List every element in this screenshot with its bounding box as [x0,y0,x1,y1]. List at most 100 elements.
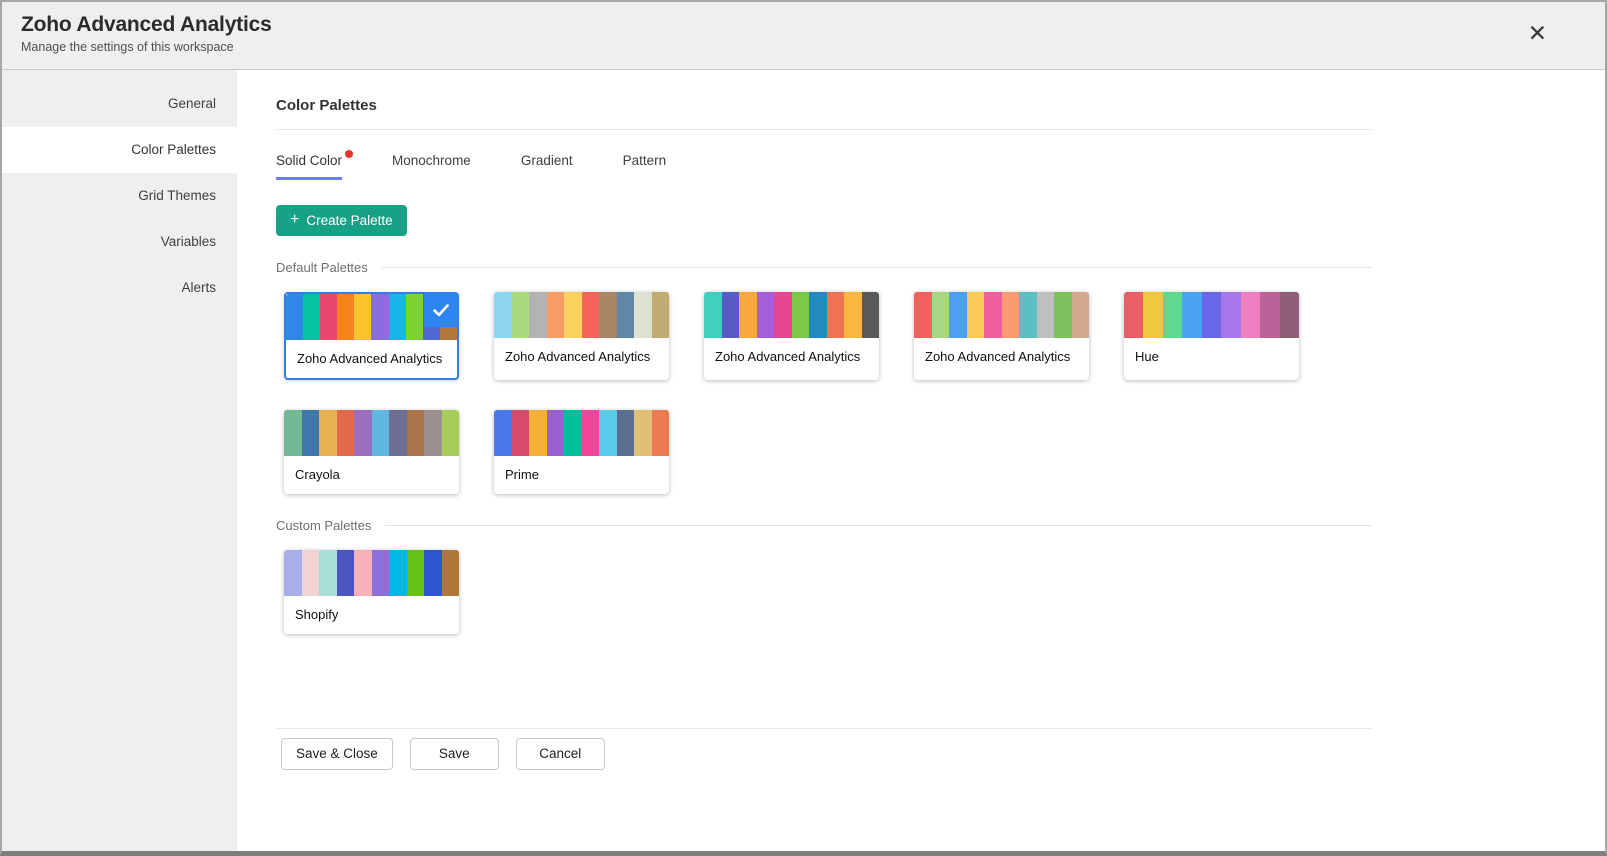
footer-divider [276,728,1372,729]
palette-swatch [1241,292,1260,338]
palette-swatch [827,292,845,338]
palette-swatch [372,550,390,596]
palette-swatch [599,292,617,338]
workspace-settings-dialog: Zoho Advanced Analytics Manage the setti… [0,0,1607,856]
tab-monochrome[interactable]: Monochrome [392,153,471,180]
dialog-body: GeneralColor PalettesGrid ThemesVariable… [2,70,1605,851]
section-title: Custom Palettes [276,518,371,533]
page-title: Color Palettes [276,97,1372,130]
palette-swatch [564,410,582,456]
sidebar-item-variables[interactable]: Variables [2,219,237,265]
palette-name: Zoho Advanced Analytics [914,338,1089,376]
palette-swatch [512,410,530,456]
palette-name: Prime [494,456,669,494]
palette-swatch [442,410,460,456]
palette-swatch [354,410,372,456]
palette-card-prime[interactable]: Prime [494,410,669,494]
palette-swatch [389,294,406,340]
palette-swatch [844,292,862,338]
palette-grid: Zoho Advanced Analytics Zoho Advanced Ana… [284,292,1372,494]
palette-swatch [739,292,757,338]
palette-swatch [1143,292,1162,338]
section-header: Custom Palettes [276,518,1372,533]
palette-swatch [967,292,985,338]
header-text-group: Zoho Advanced Analytics Manage the setti… [21,13,272,54]
palette-swatch [984,292,1002,338]
sidebar-item-general[interactable]: General [2,81,237,127]
palette-name: Hue [1124,338,1299,376]
palette-swatch [529,292,547,338]
palette-swatch [617,410,635,456]
sidebar-item-alerts[interactable]: Alerts [2,265,237,311]
palette-name: Zoho Advanced Analytics [494,338,669,376]
palette-strip [914,292,1089,338]
palette-card-hue[interactable]: Hue [1124,292,1299,380]
palette-swatch [914,292,932,338]
palette-name: Shopify [284,596,459,634]
palette-swatch [407,410,425,456]
palette-swatch [319,410,337,456]
close-icon[interactable]: ✕ [1528,22,1547,45]
palette-swatch [320,294,337,340]
tab-label: Solid Color [276,153,342,168]
palette-swatch [512,292,530,338]
palette-strip [1124,292,1299,338]
palette-swatch [371,294,388,340]
palette-swatch [494,292,512,338]
palette-swatch [286,294,303,340]
palette-swatch [652,410,670,456]
tab-bar: Solid Color Monochrome Gradient Pattern [276,153,1372,180]
palette-swatch [406,294,423,340]
sidebar-item-color-palettes[interactable]: Color Palettes [2,127,237,173]
palette-swatch [302,410,320,456]
tab-solid-color[interactable]: Solid Color [276,153,342,180]
palette-name: Zoho Advanced Analytics [286,340,457,378]
tab-gradient[interactable]: Gradient [521,153,573,180]
palette-swatch [704,292,722,338]
palette-swatch [547,292,565,338]
palette-swatch [1202,292,1221,338]
sidebar-nav: GeneralColor PalettesGrid ThemesVariable… [2,70,237,851]
palette-strip [494,410,669,456]
palette-card-crayola[interactable]: Crayola [284,410,459,494]
palette-swatch [372,410,390,456]
palette-card-zoho-advanced-analytics[interactable]: Zoho Advanced Analytics [914,292,1089,380]
section-divider [382,267,1372,268]
save-button[interactable]: Save [410,738,499,770]
palette-swatch [389,550,407,596]
palette-swatch [1019,292,1037,338]
plus-icon: + [290,212,299,228]
palette-swatch [949,292,967,338]
create-palette-label: Create Palette [306,213,392,228]
palette-card-zoho-advanced-analytics[interactable]: Zoho Advanced Analytics [284,292,459,380]
palette-swatch [634,410,652,456]
palette-card-shopify[interactable]: Shopify [284,550,459,634]
tab-pattern[interactable]: Pattern [623,153,667,180]
main-content: Color Palettes Solid Color Monochrome Grad… [237,70,1605,851]
notification-dot-icon [345,150,353,158]
palette-swatch [337,550,355,596]
cancel-button[interactable]: Cancel [516,738,605,770]
palette-card-zoho-advanced-analytics[interactable]: Zoho Advanced Analytics [494,292,669,380]
palette-swatch [442,550,460,596]
sidebar-item-grid-themes[interactable]: Grid Themes [2,173,237,219]
palette-swatch [1163,292,1182,338]
palette-swatch [1037,292,1055,338]
palette-name: Zoho Advanced Analytics [704,338,879,376]
palette-swatch [582,292,600,338]
palette-card-zoho-advanced-analytics[interactable]: Zoho Advanced Analytics [704,292,879,380]
palette-swatch [424,410,442,456]
palette-grid: Shopify [284,550,1372,634]
palette-swatch [757,292,775,338]
section-divider [385,525,1372,526]
palette-swatch [284,410,302,456]
palette-swatch [599,410,617,456]
save-close-button[interactable]: Save & Close [281,738,393,770]
palette-swatch [774,292,792,338]
palette-swatch [284,550,302,596]
palette-swatch [547,410,565,456]
palette-strip [704,292,879,338]
create-palette-button[interactable]: + Create Palette [276,205,407,236]
dialog-header: Zoho Advanced Analytics Manage the setti… [2,2,1605,70]
palette-swatch [1260,292,1279,338]
